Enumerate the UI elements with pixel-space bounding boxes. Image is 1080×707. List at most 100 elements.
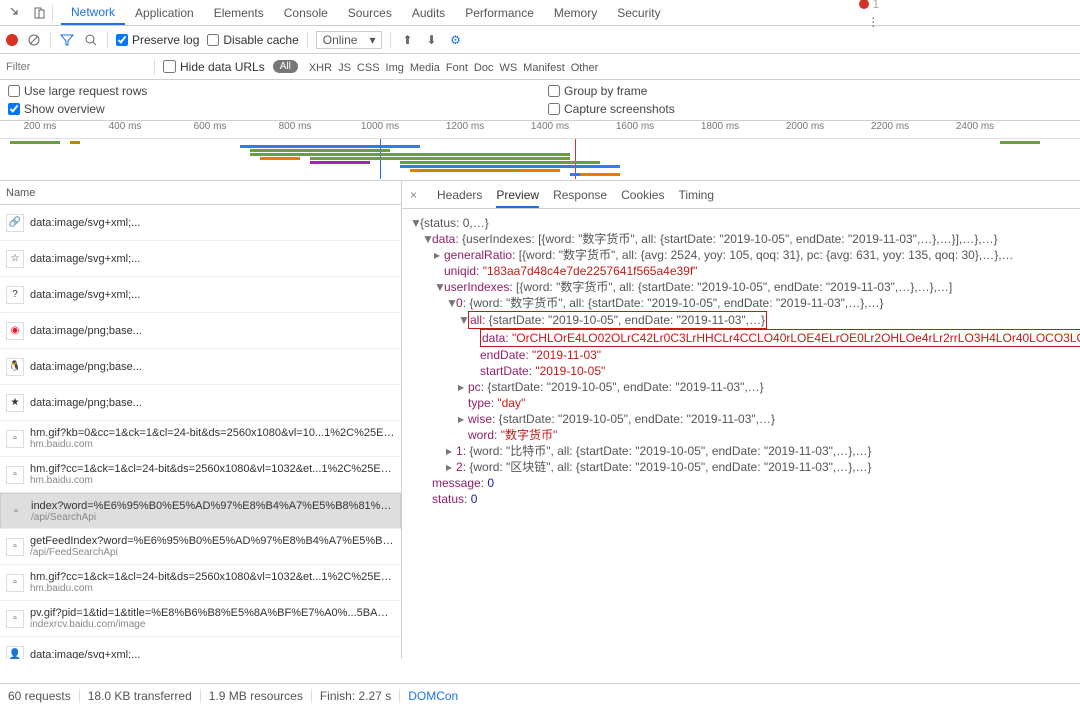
detail-tabs: × Headers Preview Response Cookies Timing <box>402 181 1080 209</box>
type-filter-ws[interactable]: WS <box>496 62 520 74</box>
request-row[interactable]: ▫ index?word=%E6%95%B0%E5%AD%97%E8%B4%A7%… <box>0 493 401 529</box>
request-source: /api/FeedSearchApi <box>30 547 395 558</box>
status-requests: 60 requests <box>8 689 71 703</box>
request-row[interactable]: ☆ data:image/svg+xml;... <box>0 241 401 277</box>
tab-elements[interactable]: Elements <box>204 0 274 25</box>
detail-tab-timing[interactable]: Timing <box>678 184 714 206</box>
throttling-select[interactable]: Online▾ <box>316 31 383 49</box>
timeline-tick: 2000 ms <box>786 121 824 132</box>
request-name: data:image/png;base... <box>30 361 395 373</box>
file-icon: ★ <box>6 394 24 412</box>
large-rows-checkbox[interactable]: Use large request rows <box>8 84 532 98</box>
inspect-icon[interactable] <box>7 4 25 22</box>
tab-application[interactable]: Application <box>125 0 204 25</box>
network-toolbar: Preserve log Disable cache Online▾ ⬆ ⬇ ⚙ <box>0 26 1080 54</box>
type-filter-media[interactable]: Media <box>407 62 443 74</box>
file-icon: ▫ <box>6 574 24 592</box>
timeline-tick: 1800 ms <box>701 121 739 132</box>
status-finish: Finish: 2.27 s <box>320 689 391 703</box>
request-name: data:image/svg+xml;... <box>30 217 395 229</box>
type-filter-css[interactable]: CSS <box>354 62 383 74</box>
detail-tab-preview[interactable]: Preview <box>496 184 539 208</box>
tab-security[interactable]: Security <box>607 0 670 25</box>
request-source: hm.baidu.com <box>30 475 395 486</box>
file-icon: ☆ <box>6 250 24 268</box>
detail-tab-headers[interactable]: Headers <box>437 184 482 206</box>
request-row[interactable]: ★ data:image/png;base... <box>0 385 401 421</box>
timeline-tick: 400 ms <box>109 121 142 132</box>
request-detail-panel: × Headers Preview Response Cookies Timing ▼{… <box>402 181 1080 659</box>
hide-data-urls-checkbox[interactable]: Hide data URLs <box>163 60 265 74</box>
tab-audits[interactable]: Audits <box>402 0 455 25</box>
request-name: index?word=%E6%95%B0%E5%AD%97%E8%B4%A7%E… <box>31 500 394 512</box>
request-name: getFeedIndex?word=%E6%95%B0%E5%AD%97%E8%… <box>30 535 395 547</box>
request-source: hm.baidu.com <box>30 439 395 450</box>
column-header-name[interactable]: Name <box>0 181 401 205</box>
file-icon: ▫ <box>6 538 24 556</box>
request-row[interactable]: ?data:image/svg+xml;... <box>0 277 401 313</box>
kebab-menu-icon[interactable]: ⋮ <box>866 15 880 29</box>
error-count[interactable]: 1 <box>859 0 879 11</box>
request-row[interactable]: ▫hm.gif?cc=1&ck=1&cl=24-bit&ds=2560x1080… <box>0 565 401 601</box>
error-count-value: 1 <box>872 0 879 11</box>
request-name: data:image/svg+xml;... <box>30 253 395 265</box>
close-icon[interactable]: × <box>410 188 417 202</box>
tab-network[interactable]: Network <box>61 0 125 25</box>
file-icon: 🐧 <box>6 358 24 376</box>
request-row[interactable]: 🔗data:image/svg+xml;... <box>0 205 401 241</box>
view-options: Use large request rows Show overview Gro… <box>0 80 1080 121</box>
record-icon[interactable] <box>6 34 18 46</box>
request-row[interactable]: ▫ getFeedIndex?word=%E6%95%B0%E5%AD%97%E8… <box>0 529 401 565</box>
type-filter-all[interactable]: All <box>273 60 298 73</box>
search-icon[interactable] <box>83 32 99 48</box>
request-list: 🔗data:image/svg+xml;... ☆ data:image/svg+x… <box>0 205 401 659</box>
filter-icon[interactable] <box>59 32 75 48</box>
separator <box>52 5 53 21</box>
download-icon[interactable]: ⬇ <box>423 32 439 48</box>
preview-pane[interactable]: ▼{status: 0,…} ▼data: {userIndexes: [{wo… <box>402 209 1080 659</box>
file-icon: ▫ <box>6 610 24 628</box>
upload-icon[interactable]: ⬆ <box>399 32 415 48</box>
preserve-log-checkbox[interactable]: Preserve log <box>116 33 199 47</box>
request-source: hm.baidu.com <box>30 583 395 594</box>
request-row[interactable]: ▫pv.gif?pid=1&tid=1&title=%E8%B6%B8%E5%8… <box>0 601 401 637</box>
request-row[interactable]: ◉data:image/png;base... <box>0 313 401 349</box>
request-name: data:image/png;base... <box>30 397 395 409</box>
tab-sources[interactable]: Sources <box>338 0 402 25</box>
request-row[interactable]: ▫ hm.gif?kb=0&cc=1&ck=1&cl=24-bit&ds=2560… <box>0 421 401 457</box>
tab-console[interactable]: Console <box>274 0 338 25</box>
type-filter-font[interactable]: Font <box>443 62 471 74</box>
file-icon: 👤 <box>6 646 24 660</box>
request-row[interactable]: ▫hm.gif?cc=1&ck=1&cl=24-bit&ds=2560x1080… <box>0 457 401 493</box>
show-overview-checkbox[interactable]: Show overview <box>8 102 532 116</box>
timeline-overview[interactable]: 200 ms400 ms600 ms800 ms1000 ms1200 ms14… <box>0 121 1080 181</box>
detail-tab-response[interactable]: Response <box>553 184 607 206</box>
type-filter-js[interactable]: JS <box>335 62 354 74</box>
request-name: hm.gif?kb=0&cc=1&ck=1&cl=24-bit&ds=2560x… <box>30 427 395 439</box>
filter-input[interactable] <box>6 59 146 75</box>
request-name: hm.gif?cc=1&ck=1&cl=24-bit&ds=2560x1080&… <box>30 463 395 475</box>
main-panel: Name 🔗data:image/svg+xml;... ☆ data:image/… <box>0 181 1080 659</box>
detail-tab-cookies[interactable]: Cookies <box>621 184 664 206</box>
tab-memory[interactable]: Memory <box>544 0 607 25</box>
timeline-tick: 1400 ms <box>531 121 569 132</box>
request-row[interactable]: 👤 data:image/svg+xml;... <box>0 637 401 659</box>
group-by-frame-checkbox[interactable]: Group by frame <box>548 84 1072 98</box>
device-icon[interactable] <box>31 4 49 22</box>
type-filter-img[interactable]: Img <box>383 62 407 74</box>
type-filter-doc[interactable]: Doc <box>471 62 497 74</box>
capture-screenshots-checkbox[interactable]: Capture screenshots <box>548 102 1072 116</box>
type-filter-manifest[interactable]: Manifest <box>520 62 568 74</box>
file-icon: ▫ <box>6 430 24 448</box>
file-icon: ▫ <box>7 502 25 520</box>
filter-bar: Hide data URLs All XHRJSCSSImgMediaFontD… <box>0 54 1080 80</box>
disable-cache-checkbox[interactable]: Disable cache <box>207 33 298 47</box>
clear-icon[interactable] <box>26 32 42 48</box>
request-row[interactable]: 🐧 data:image/png;base... <box>0 349 401 385</box>
request-name: data:image/svg+xml;... <box>30 649 395 660</box>
tab-performance[interactable]: Performance <box>455 0 544 25</box>
gear-icon[interactable]: ⚙ <box>447 32 463 48</box>
panel-tabs: NetworkApplicationElementsConsoleSources… <box>61 0 671 25</box>
type-filter-other[interactable]: Other <box>568 62 602 74</box>
type-filter-xhr[interactable]: XHR <box>306 62 335 74</box>
